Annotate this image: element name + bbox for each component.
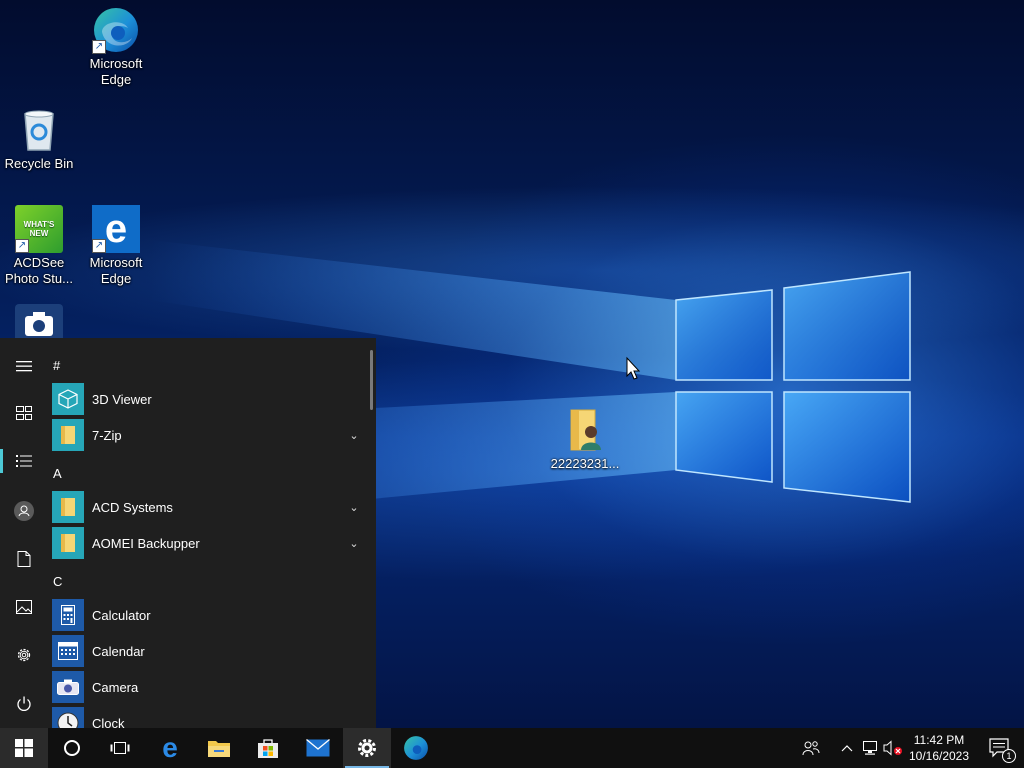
cube-icon [52, 383, 84, 415]
user-avatar-icon [14, 501, 34, 521]
task-view-button[interactable] [96, 728, 144, 768]
volume-button[interactable] [882, 728, 904, 768]
desktop-icon-label: Microsoft Edge [89, 255, 143, 286]
start-button[interactable] [0, 728, 48, 768]
clock-time: 11:42 PM [913, 733, 965, 747]
calendar-icon [52, 635, 84, 667]
taskbar: e 11:42 PM 10/16/2023 1 [0, 728, 1024, 768]
gear-icon [17, 648, 31, 662]
taskbar-store[interactable] [244, 728, 292, 768]
cortana-circle-icon [64, 740, 80, 756]
clock-date: 10/16/2023 [908, 749, 970, 763]
app-label: AOMEI Backupper [92, 535, 200, 551]
store-icon [258, 739, 278, 758]
mail-icon [306, 739, 330, 757]
all-apps-button[interactable] [0, 441, 48, 481]
app-item-aomei-backupper[interactable]: AOMEI Backupper ⌄ [52, 526, 364, 560]
taskbar-edge[interactable] [392, 728, 440, 768]
pictures-button[interactable] [0, 587, 48, 627]
desktop-icon-label: ACDSee Photo Stu... [5, 255, 73, 286]
desktop-icon-edge[interactable]: ↗ Microsoft Edge [77, 6, 155, 88]
app-label: 7-Zip [92, 427, 122, 443]
show-hidden-icons-button[interactable] [836, 728, 858, 768]
app-item-acd-systems[interactable]: ACD Systems ⌄ [52, 490, 364, 524]
edge-legacy-icon: e ↗ [92, 205, 140, 253]
desktop-icon-label: 22223231... [550, 456, 620, 471]
file-explorer-icon [208, 741, 230, 757]
notification-count-badge: 1 [1002, 749, 1016, 763]
edge-chromium-icon [404, 736, 428, 760]
group-header-a[interactable]: A [53, 466, 62, 481]
app-label: 3D Viewer [92, 391, 152, 407]
user-folder-icon [561, 406, 609, 454]
app-item-7zip[interactable]: 7-Zip ⌄ [52, 418, 364, 452]
chevron-down-icon[interactable]: ⌄ [346, 501, 362, 514]
taskbar-mail[interactable] [294, 728, 342, 768]
app-item-calculator[interactable]: Calculator [52, 598, 364, 632]
start-menu: # 3D Viewer 7-Zip ⌄ A ACD Systems ⌄ AOME… [0, 338, 376, 728]
folder-icon [52, 419, 84, 451]
network-icon [863, 741, 877, 755]
app-item-clock[interactable]: Clock [52, 706, 364, 728]
tiles-button[interactable] [0, 393, 48, 433]
chevron-up-icon [841, 745, 853, 752]
task-view-icon [110, 742, 130, 754]
folder-icon [52, 491, 84, 523]
app-label: Clock [92, 715, 125, 729]
taskbar-settings[interactable] [343, 728, 391, 768]
app-label: Calculator [92, 607, 151, 623]
desktop-icon-recycle-bin[interactable]: Recycle Bin [0, 106, 78, 172]
app-item-3d-viewer[interactable]: 3D Viewer [52, 382, 364, 416]
taskbar-file-explorer[interactable] [195, 728, 243, 768]
power-button[interactable] [0, 684, 48, 724]
group-header-c[interactable]: C [53, 574, 62, 589]
windows-logo-icon [15, 739, 33, 757]
account-button[interactable] [0, 491, 48, 531]
group-header-hash[interactable]: # [53, 358, 60, 373]
hamburger-icon [16, 361, 32, 372]
app-label: Calendar [92, 643, 145, 659]
power-icon [17, 696, 31, 711]
folder-icon [52, 527, 84, 559]
gear-icon [358, 739, 376, 757]
network-button[interactable] [859, 728, 881, 768]
chevron-down-icon[interactable]: ⌄ [346, 537, 362, 550]
start-rail [0, 338, 48, 728]
edge-legacy-icon: e [162, 732, 178, 763]
tiles-icon [16, 406, 32, 420]
desktop-icon-acdsee[interactable]: WHAT'S NEW ↗ ACDSee Photo Stu... [0, 205, 78, 287]
desktop-icon-label: Microsoft Edge [89, 56, 143, 87]
calculator-icon [52, 599, 84, 631]
desktop-icon-label: Recycle Bin [4, 156, 74, 171]
app-list-scrollbar[interactable] [370, 350, 373, 410]
app-label: ACD Systems [92, 499, 173, 515]
clock-icon [52, 707, 84, 728]
app-label: Camera [92, 679, 139, 695]
app-item-camera[interactable]: Camera [52, 670, 364, 704]
document-icon [17, 551, 31, 567]
action-center-button[interactable]: 1 [980, 728, 1020, 768]
desktop-icon-edge-legacy[interactable]: e ↗ Microsoft Edge [77, 205, 155, 287]
acdsee-icon: WHAT'S NEW ↗ [15, 205, 63, 253]
taskbar-edge-legacy[interactable]: e [146, 728, 194, 768]
app-item-calendar[interactable]: Calendar [52, 634, 364, 668]
taskbar-clock[interactable]: 11:42 PM 10/16/2023 [904, 732, 974, 764]
desktop-icon-user-folder[interactable]: 22223231... [546, 406, 624, 472]
search-button[interactable] [48, 728, 96, 768]
documents-button[interactable] [0, 539, 48, 579]
settings-button[interactable] [0, 635, 48, 675]
pictures-icon [16, 600, 32, 614]
people-button[interactable] [800, 728, 822, 768]
chevron-down-icon[interactable]: ⌄ [346, 429, 362, 442]
people-icon [802, 741, 820, 756]
expand-menu-button[interactable] [0, 346, 48, 386]
edge-chromium-icon: ↗ [92, 6, 140, 54]
acdsee-badge: WHAT'S NEW [23, 220, 55, 238]
app-list[interactable]: # 3D Viewer 7-Zip ⌄ A ACD Systems ⌄ AOME… [48, 338, 370, 728]
volume-muted-icon [883, 740, 902, 756]
recycle-bin-icon [15, 106, 63, 154]
camera-icon [52, 671, 84, 703]
list-icon [16, 455, 32, 467]
